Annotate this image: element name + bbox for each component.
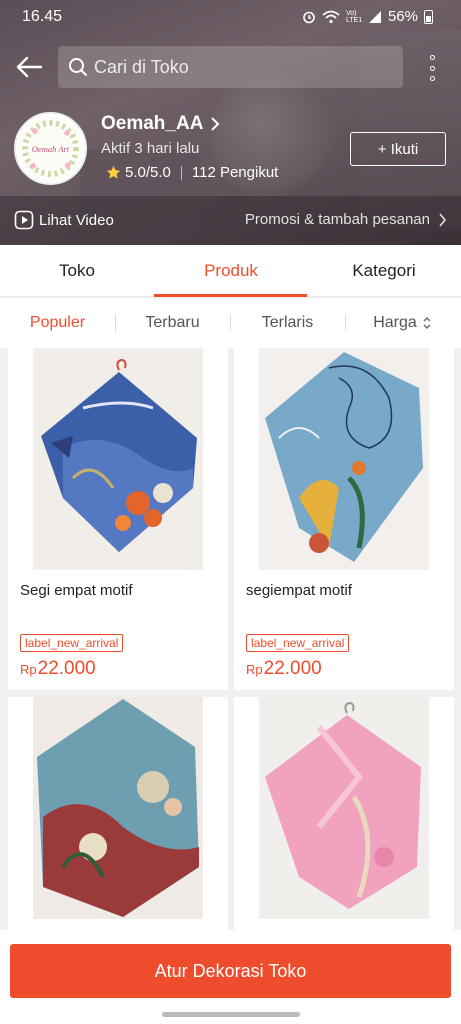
product-image [234,348,454,570]
product-card[interactable]: segi empat motif [234,697,454,944]
more-dot [429,65,435,71]
price-amount: 22.000 [263,658,322,679]
chevron-right-icon [211,117,220,131]
network-label: Vo) LTE1 [345,9,363,24]
top-bar [0,44,461,90]
arrow-left-icon [16,56,43,78]
follow-button[interactable]: + Ikuti [350,132,446,166]
shop-followers: 112 Pengikut [191,164,279,181]
promo-label: Promosi & tambah pesanan [244,211,430,228]
sort-harga[interactable]: Harga [345,298,460,348]
product-grid: Segi empat motif label_new_arrival Rp 22… [0,348,461,944]
price-currency: Rp [20,662,37,677]
scarf-photo [33,348,203,570]
product-badge: label_new_arrival [20,634,124,652]
shop-stats: 5.0/5.0 112 Pengikut [106,164,278,181]
signal-icon [368,10,381,23]
active-tab-indicator [154,294,307,297]
status-time: 16.45 [22,8,63,25]
product-name: segiempat motif [246,582,352,599]
shop-name: Oemah_AA [101,113,204,134]
search-bar[interactable] [58,46,403,88]
price-currency: Rp [246,662,263,677]
shop-logo-text: Oemah Art [32,144,70,154]
product-price: Rp 22.000 [234,658,454,680]
bottom-bar: Atur Dekorasi Toko [0,930,461,1024]
sort-populer[interactable]: Populer [0,298,115,348]
alarm-icon [303,11,315,23]
sort-terbaru[interactable]: Terbaru [115,298,230,348]
sort-terlaris[interactable]: Terlaris [230,298,345,348]
scarf-photo [33,697,203,919]
battery-icon [424,9,433,24]
product-image [8,348,228,570]
shop-name-link[interactable]: Oemah_AA [101,113,221,135]
back-button[interactable] [14,52,44,82]
watch-video-link[interactable]: Lihat Video [14,210,114,230]
price-amount: 22.000 [37,658,96,679]
sort-arrows-icon [423,317,431,329]
status-icons: Vo) LTE1 56% [302,8,433,25]
shop-rating: 5.0/5.0 [125,164,171,181]
tab-kategori[interactable]: Kategori [307,245,461,297]
wifi-icon [322,10,340,23]
product-name: Segi empat motif [20,582,133,599]
product-badge: label_new_arrival [246,634,350,652]
scarf-photo [259,348,429,570]
search-input[interactable] [94,56,384,78]
divider [180,165,182,180]
more-dot [429,76,435,81]
battery-percent: 56% [387,8,418,25]
shop-decoration-button[interactable]: Atur Dekorasi Toko [10,944,451,998]
video-strip: Lihat Video Promosi & tambah pesanan [0,196,461,245]
tab-toko[interactable]: Toko [0,245,154,297]
more-options-button[interactable] [424,54,440,82]
shop-header: 16.45 Vo) LTE1 56% Oemah [0,0,461,245]
watch-video-label: Lihat Video [39,211,114,229]
scarf-photo [259,697,429,919]
product-price: Rp 22.000 [8,658,228,680]
tab-produk[interactable]: Produk [154,245,308,297]
promo-link[interactable]: Promosi & tambah pesanan [245,211,447,228]
shop-avatar[interactable]: Oemah Art [14,112,87,185]
product-image [8,697,228,919]
product-card[interactable]: segiempat motif label_new_arrival Rp 22.… [234,348,454,690]
sort-harga-label: Harga [373,314,417,331]
chevron-right-icon [439,212,447,227]
status-bar: 16.45 Vo) LTE1 56% [0,0,461,34]
product-card[interactable]: Segi empat motif label_new_arrival Rp 22… [8,348,228,690]
sort-bar: Populer Terbaru Terlaris Harga [0,298,461,348]
more-dot [429,55,435,60]
product-image [234,697,454,919]
star-icon [106,165,121,179]
product-card[interactable]: Segi empat Motif [8,697,228,944]
home-indicator[interactable] [162,1012,300,1017]
shop-active-status: Aktif 3 hari lalu [101,140,200,157]
shop-logo: Oemah Art [18,116,83,181]
video-play-icon [14,210,34,230]
shop-tabs: Toko Produk Kategori [0,245,461,297]
search-icon [69,58,87,76]
